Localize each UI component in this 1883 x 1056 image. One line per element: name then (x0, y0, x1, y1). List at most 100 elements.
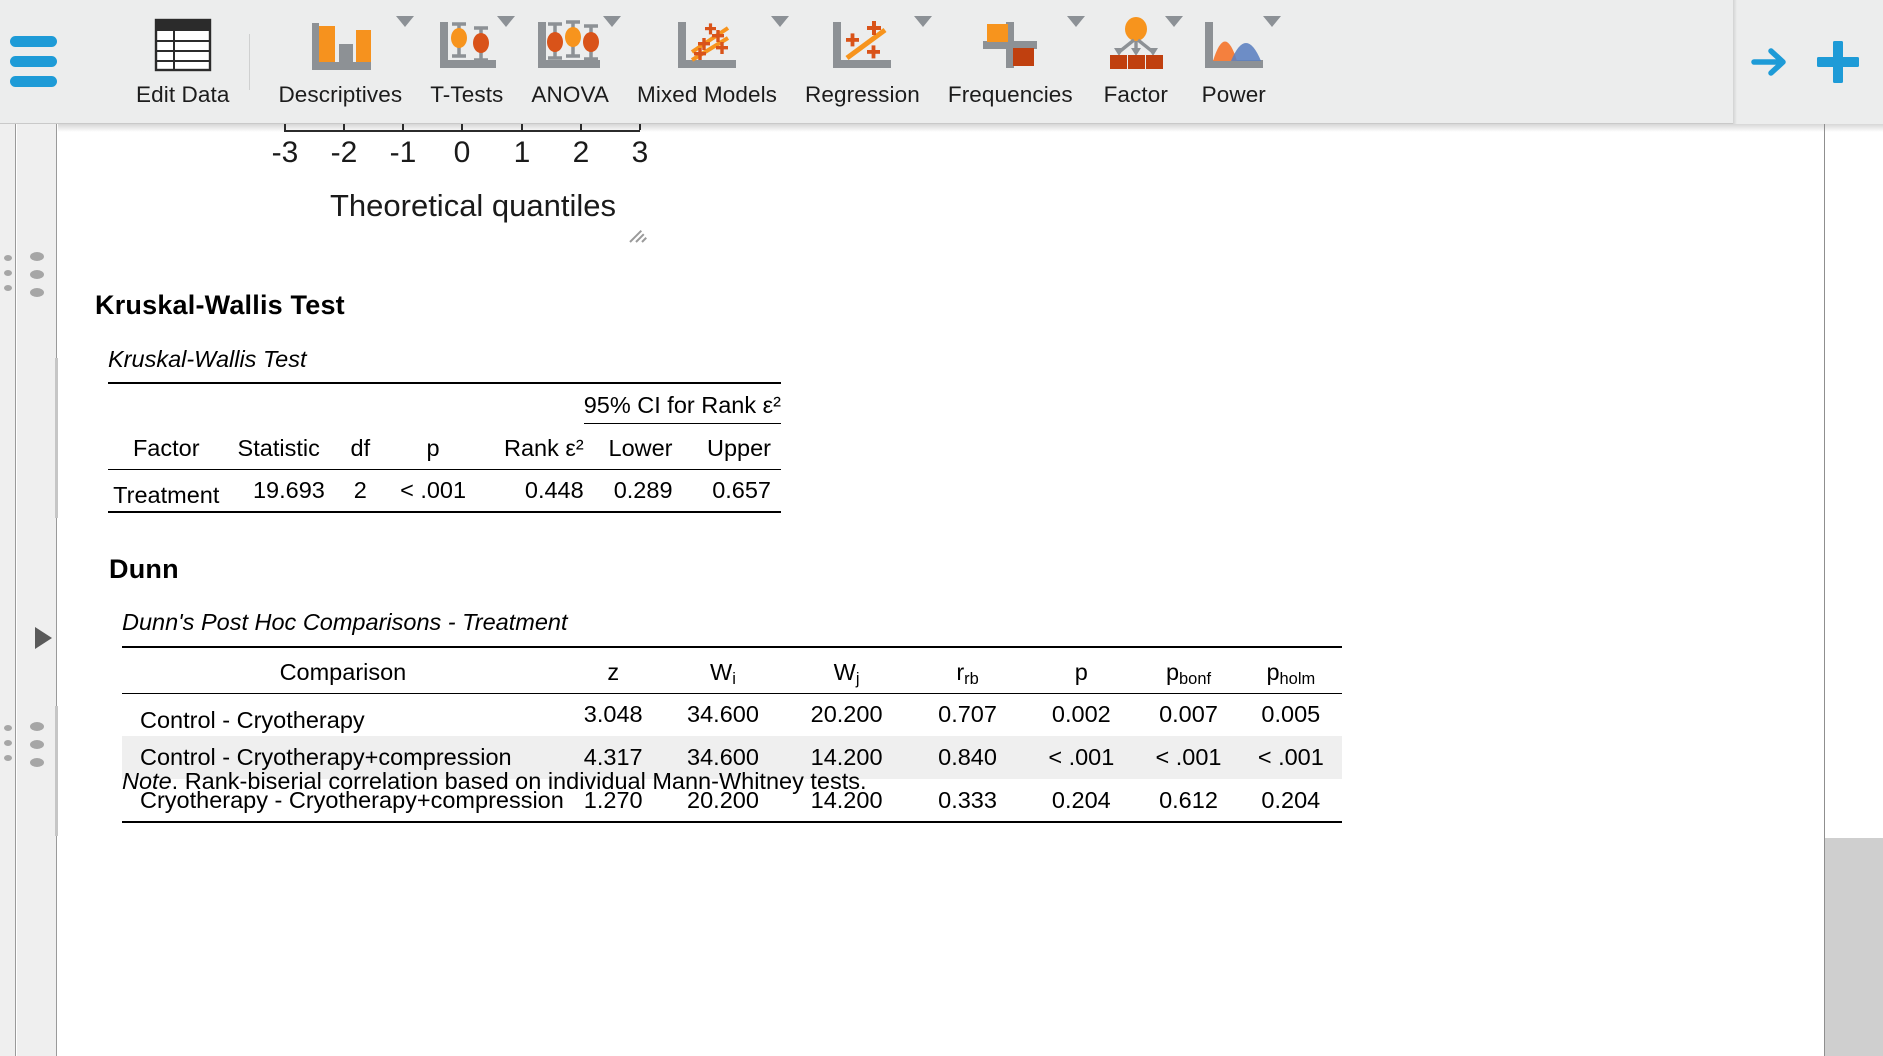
resize-grip-icon[interactable] (627, 222, 649, 244)
splitter-grip-bottom[interactable] (29, 722, 44, 767)
cell-rrb: 0.333 (909, 779, 1026, 823)
header-subscript: rb (964, 670, 979, 689)
data-pane-collapsed-rail[interactable] (0, 124, 16, 1056)
hamburger-bar (9, 36, 57, 47)
chevron-down-icon[interactable] (1164, 15, 1183, 27)
dunn-table-note: Note. Rank-biserial correlation based on… (122, 768, 867, 795)
axis-tick-label: -2 (330, 136, 358, 169)
results-pane[interactable]: -3 -2 -1 0 1 2 3 Theoretical quantiles K… (58, 124, 1883, 1056)
chevron-down-icon[interactable] (1262, 15, 1281, 27)
ribbon-button-edit-data[interactable]: Edit Data (122, 0, 243, 124)
column-header-upper: Upper (684, 423, 781, 470)
cell-df: 2 (332, 469, 388, 513)
cell-p: < .001 (1048, 744, 1115, 770)
dunn-post-hoc-table: Comparison z Wi Wj rrb p pbonf pholm Con… (122, 646, 1342, 823)
ribbon-button-power[interactable]: Power (1185, 0, 1283, 124)
header-subscript: bonf (1179, 670, 1212, 689)
grip-dot (29, 722, 44, 731)
column-header-pholm: pholm (1239, 646, 1342, 694)
cell-rrb: 0.707 (938, 701, 997, 728)
ribbon-button-anova[interactable]: ANOVA (517, 0, 623, 124)
cell-p: 0.204 (1025, 779, 1138, 823)
axis-tick (580, 124, 582, 130)
column-header-z: z (563, 646, 663, 694)
kruskal-wallis-table: 95% CI for Rank ε² Factor Statistic df p… (108, 382, 781, 513)
chevron-down-icon[interactable] (396, 15, 415, 27)
arrow-right-icon[interactable] (1738, 0, 1802, 124)
cell-pholm: 0.005 (1261, 701, 1321, 728)
grip-dot (3, 285, 12, 291)
cell-pbonf: 0.007 (1159, 701, 1218, 728)
cell-z: 3.048 (583, 701, 643, 728)
dunn-caption: Dunn's Post Hoc Comparisons - Treatment (122, 609, 568, 635)
ribbon-label: Descriptives (278, 81, 403, 107)
note-text: . Rank-biserial correlation based on ind… (171, 768, 867, 794)
ribbon-button-factor[interactable]: Factor (1087, 0, 1185, 124)
ribbon-label: Edit Data (136, 81, 230, 107)
chevron-down-icon[interactable] (603, 15, 622, 27)
axis-tick-label: -3 (271, 136, 299, 169)
header-subscript: j (855, 670, 860, 689)
chevron-down-icon[interactable] (913, 15, 932, 27)
ribbon-button-mixed-models[interactable]: Mixed Models (623, 0, 791, 124)
mixed-models-icon (672, 16, 742, 74)
table-header-row: Comparison z Wi Wj rrb p pbonf pholm (122, 646, 1342, 694)
table-span-header-row: 95% CI for Rank ε² (108, 382, 781, 424)
cell-pbonf: 0.612 (1137, 779, 1240, 823)
grip-dot (29, 270, 44, 279)
axis-tick-label: 2 (572, 136, 590, 169)
expand-panel-arrow-icon[interactable] (35, 627, 52, 649)
vertical-scrollbar-thumb[interactable] (1825, 838, 1883, 1056)
plus-icon[interactable] (1806, 0, 1870, 124)
cell-factor: Treatment (108, 469, 225, 513)
span-spacer (108, 382, 584, 423)
cell-comparison: Control - Cryotherapy (140, 707, 365, 734)
dunn-heading: Dunn (109, 554, 179, 584)
grip-dot (29, 740, 44, 749)
kruskal-wallis-heading: Kruskal-Wallis Test (95, 290, 345, 320)
cell-rrb: 0.840 (938, 744, 997, 770)
cell-upper: 0.657 (684, 469, 781, 513)
ribbon-label: Factor (1103, 81, 1168, 107)
ribbon-button-regression[interactable]: Regression (791, 0, 934, 124)
column-header-statistic: Statistic (224, 423, 333, 470)
chevron-down-icon[interactable] (771, 15, 790, 27)
hamburger-icon[interactable] (0, 0, 66, 124)
anova-icon (532, 16, 608, 74)
scatter-line-icon (827, 16, 897, 74)
grip-dot (3, 255, 12, 261)
header-label: W (833, 658, 856, 685)
power-curve-icon (1199, 16, 1269, 74)
chevron-down-icon[interactable] (497, 15, 516, 27)
main-ribbon: Edit Data Descriptives T-Tests ANOVA Mix… (0, 0, 1883, 124)
rail-grip-handle[interactable] (3, 725, 12, 761)
ribbon-button-frequencies[interactable]: Frequencies (934, 0, 1087, 124)
grip-dot (3, 270, 12, 276)
rail-grip-handle[interactable] (3, 255, 12, 291)
ribbon-button-descriptives[interactable]: Descriptives (264, 0, 416, 124)
errorbar-icon (432, 16, 502, 74)
grip-dot (3, 740, 12, 746)
cell-p: < .001 (387, 469, 479, 513)
ribbon-label: T-Tests (430, 81, 504, 107)
header-label: p (1074, 658, 1088, 685)
axis-tick (461, 124, 463, 130)
column-header-rank-eps: Rank ε² (478, 423, 584, 470)
column-header-lower: Lower (583, 423, 685, 470)
header-label: r (956, 658, 965, 685)
column-header-pbonf: pbonf (1137, 646, 1240, 694)
analysis-options-rail[interactable] (17, 124, 58, 1056)
splitter-grip-top[interactable] (29, 252, 44, 297)
cell-rank-eps: 0.448 (478, 469, 584, 513)
axis-tick (521, 124, 523, 130)
table-header-row: Factor Statistic df p Rank ε² Lower Uppe… (108, 423, 781, 470)
column-header-df: df (332, 423, 388, 470)
grip-dot (29, 252, 44, 261)
hamburger-bar (9, 56, 57, 67)
grip-dot (3, 725, 12, 731)
axis-tick-label: 0 (453, 136, 471, 169)
bar-chart-icon (305, 16, 375, 74)
ribbon-label: Frequencies (947, 81, 1073, 107)
ribbon-button-t-tests[interactable]: T-Tests (416, 0, 517, 124)
chevron-down-icon[interactable] (1066, 15, 1085, 27)
